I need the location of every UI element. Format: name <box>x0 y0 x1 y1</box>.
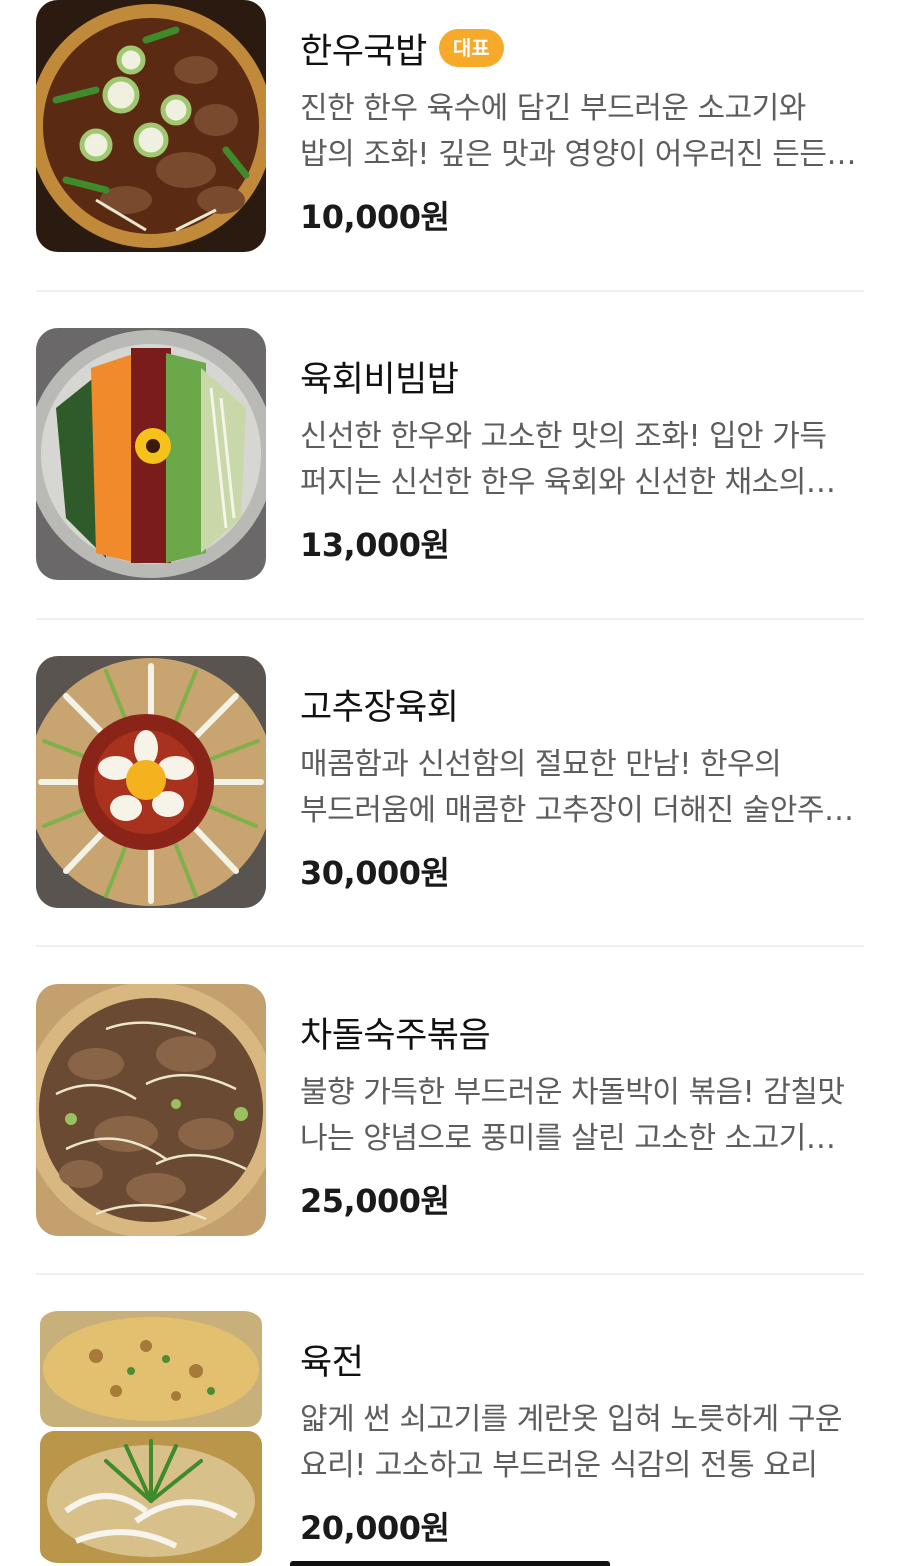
menu-item-info: 육전 얇게 썬 쇠고기를 계란옷 입혀 노릇하게 구운 요리! 고소하고 부드러… <box>300 1333 864 1549</box>
menu-item-description: 진한 한우 육수에 담긴 부드러운 소고기와 밥의 조화! 깊은 맛과 영양이 … <box>300 91 854 172</box>
home-indicator <box>290 1561 610 1566</box>
menu-item-price: 13,000원 <box>300 526 450 564</box>
menu-item-price: 25,000원 <box>300 1182 450 1220</box>
menu-item-gochujang-yukhoe[interactable]: 고추장육회 매콤함과 신선함의 절묘한 만남! 한우의 부드러움에 매콤한 고추… <box>36 656 864 908</box>
menu-item-name: 한우국밥 <box>300 31 427 72</box>
menu-item-image <box>36 656 266 908</box>
menu-item-price: 20,000원 <box>300 1509 450 1547</box>
menu-item-name: 육전 <box>300 1342 364 1383</box>
menu-item-chadol-sukju-bokkeum[interactable]: 차돌숙주볶음 불향 가득한 부드러운 차돌박이 볶음! 감칠맛 나는 양념으로 … <box>36 984 864 1236</box>
menu-item-yukhoe-bibimbap[interactable]: 육회비빔밥 신선한 한우와 고소한 맛의 조화! 입안 가득 퍼지는 신선한 한… <box>36 328 864 580</box>
menu-item-hanwoo-gukbap[interactable]: 한우국밥 대표 진한 한우 육수에 담긴 부드러운 소고기와 밥의 조화! 깊은… <box>36 0 864 252</box>
menu-item-price: 10,000원 <box>300 198 450 236</box>
menu-item-info: 육회비빔밥 신선한 한우와 고소한 맛의 조화! 입안 가득 퍼지는 신선한 한… <box>300 350 864 566</box>
signature-badge: 대표 <box>438 29 504 67</box>
menu-item-name-row: 차돌숙주볶음 <box>300 1006 864 1058</box>
divider <box>36 290 864 292</box>
menu-item-name: 육회비빔밥 <box>300 359 459 400</box>
menu-item-name: 고추장육회 <box>300 687 459 728</box>
menu-item-description: 신선한 한우와 고소한 맛의 조화! 입안 가득 퍼지는 신선한 한우 육회와 … <box>300 419 827 500</box>
divider <box>36 1273 864 1275</box>
menu-item-name: 차돌숙주볶음 <box>300 1015 491 1056</box>
menu-item-info: 차돌숙주볶음 불향 가득한 부드러운 차돌박이 볶음! 감칠맛 나는 양념으로 … <box>300 1006 864 1222</box>
menu-item-yukjeon[interactable]: 육전 얇게 썬 쇠고기를 계란옷 입혀 노릇하게 구운 요리! 고소하고 부드러… <box>36 1311 864 1563</box>
menu-item-name-row: 한우국밥 대표 <box>300 22 864 74</box>
menu-item-description: 매콤함과 신선함의 절묘한 만남! 한우의 부드러움에 매콤한 고추장이 더해진… <box>300 747 852 828</box>
menu-item-info: 한우국밥 대표 진한 한우 육수에 담긴 부드러운 소고기와 밥의 조화! 깊은… <box>300 22 864 238</box>
menu-item-info: 고추장육회 매콤함과 신선함의 절묘한 만남! 한우의 부드러움에 매콤한 고추… <box>300 678 864 894</box>
menu-item-image <box>36 0 266 252</box>
menu-item-description: 얇게 썬 쇠고기를 계란옷 입혀 노릇하게 구운 요리! 고소하고 부드러운 식… <box>300 1402 843 1483</box>
divider <box>36 945 864 947</box>
menu-item-image <box>36 328 266 580</box>
menu-item-name-row: 육전 <box>300 1333 864 1385</box>
menu-item-name-row: 고추장육회 <box>300 678 864 730</box>
menu-item-description: 불향 가득한 부드러운 차돌박이 볶음! 감칠맛 나는 양념으로 풍미를 살린 … <box>300 1075 845 1156</box>
divider <box>36 618 864 620</box>
menu-item-price: 30,000원 <box>300 854 450 892</box>
menu-item-image <box>36 1311 266 1563</box>
menu-item-image <box>36 984 266 1236</box>
menu-item-name-row: 육회비빔밥 <box>300 350 864 402</box>
